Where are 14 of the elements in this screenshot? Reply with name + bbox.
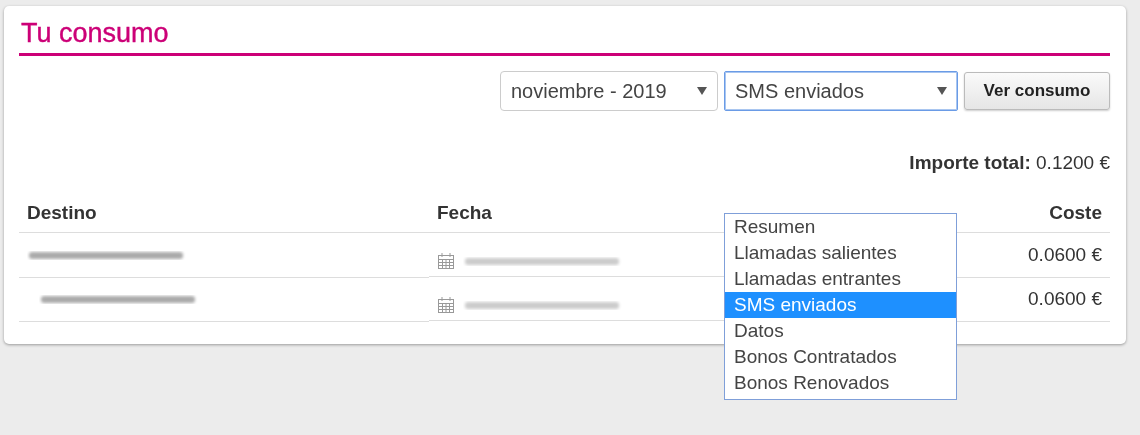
total-label: Importe total: [909,152,1031,173]
caret-icon [937,87,947,95]
dropdown-option[interactable]: Bonos Renovados [725,370,956,396]
caret-icon [697,87,707,95]
calendar-icon [437,295,455,314]
column-header: Destino [19,196,429,233]
type-select[interactable]: SMS enviados [724,71,958,111]
dropdown-option[interactable]: Bonos Contratados [725,344,956,370]
page-title: Tu consumo [20,17,170,50]
calendar-icon [437,251,455,270]
dropdown-option[interactable]: Datos [725,318,956,344]
month-select[interactable]: noviembre - 2019 [500,71,718,111]
view-usage-button[interactable]: Ver consumo [964,72,1110,110]
total-value: 0.1200 € [1036,152,1110,173]
